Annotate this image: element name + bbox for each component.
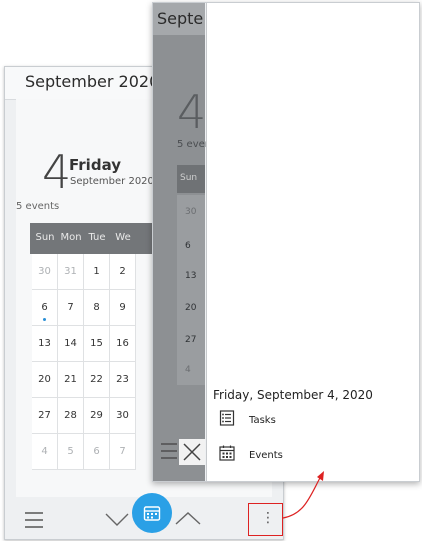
dimmed-background[interactable]: Septe 4 5 even Sun 30 6 13 20 27 4: [153, 3, 211, 481]
calendar-day[interactable]: 29: [84, 398, 110, 434]
weekday-header: Sun: [35, 232, 55, 243]
calendar-day[interactable]: 8: [84, 290, 110, 326]
front-phone-screen: Septe 4 5 even Sun 30 6 13 20 27 4 Frida…: [152, 2, 420, 482]
calendar-day: 30: [185, 207, 197, 217]
calendar-day[interactable]: 7: [110, 434, 136, 470]
calendar-day[interactable]: 2: [110, 254, 136, 290]
calendar-day[interactable]: 23: [110, 362, 136, 398]
calendar-day: 6: [185, 241, 191, 251]
page-title: September 2020: [25, 72, 160, 91]
calendar-day[interactable]: 16: [110, 326, 136, 362]
weekday-header: Tue: [88, 232, 106, 243]
calendar-day[interactable]: 9: [110, 290, 136, 326]
hamburger-icon[interactable]: [23, 509, 45, 531]
drawer-item-label: Tasks: [249, 414, 276, 426]
calendar-day[interactable]: 1: [84, 254, 110, 290]
calendar-day[interactable]: 5: [58, 434, 84, 470]
callout-arrow: [282, 471, 324, 519]
calendar-day: 13: [185, 271, 197, 281]
drawer-date: Friday, September 4, 2020: [213, 388, 373, 402]
calendar-day: 20: [185, 303, 197, 313]
calendar-day[interactable]: 31: [58, 254, 84, 290]
close-icon[interactable]: [179, 439, 205, 465]
calendar-day[interactable]: 22: [84, 362, 110, 398]
calendar-day[interactable]: 4: [32, 434, 58, 470]
calendar-day[interactable]: 28: [58, 398, 84, 434]
calendar-icon[interactable]: [132, 493, 172, 533]
calendar-day[interactable]: 21: [58, 362, 84, 398]
calendar-grid-icon: [219, 445, 235, 465]
weekday-label: Friday: [69, 156, 122, 174]
app-header: Septe: [153, 3, 205, 35]
drawer-item-events[interactable]: Events: [219, 442, 409, 468]
weekday-header: We: [115, 232, 131, 243]
events-count: 5 events: [16, 201, 60, 212]
day-number: 4: [177, 85, 207, 139]
callout-highlight-box: [248, 503, 283, 536]
calendar-day[interactable]: 20: [32, 362, 58, 398]
calendar-day[interactable]: 6: [84, 434, 110, 470]
calendar-day: 27: [185, 335, 197, 345]
chevron-down-icon[interactable]: [105, 511, 129, 529]
month-grid-dimmed: 30 6 13 20 27 4: [177, 195, 205, 385]
weekday-header: Sun: [180, 173, 198, 183]
weekday-header: Mon: [60, 232, 82, 243]
drawer-item-label: Events: [249, 449, 283, 461]
calendar-day[interactable]: 13: [32, 326, 58, 362]
task-list-icon: [219, 410, 235, 430]
month-year-label: September 2020: [70, 176, 154, 187]
drawer-item-tasks[interactable]: Tasks: [219, 407, 409, 433]
week-header: Sun: [177, 165, 205, 193]
calendar-day[interactable]: 14: [58, 326, 84, 362]
calendar-day[interactable]: 7: [58, 290, 84, 326]
agenda-drawer: Friday, September 4, 2020 Tasks Events: [206, 3, 419, 481]
hamburger-icon[interactable]: [161, 441, 177, 461]
calendar-day: 4: [185, 365, 191, 375]
day-number: 4: [42, 145, 72, 199]
calendar-day[interactable]: 30: [110, 398, 136, 434]
calendar-day[interactable]: 30: [32, 254, 58, 290]
event-dot: [43, 318, 46, 321]
calendar-day[interactable]: 15: [84, 326, 110, 362]
calendar-day[interactable]: 27: [32, 398, 58, 434]
chevron-up-icon[interactable]: [175, 509, 201, 527]
page-title: Septe: [157, 9, 204, 28]
bottom-toolbar: ⋮: [5, 493, 283, 539]
